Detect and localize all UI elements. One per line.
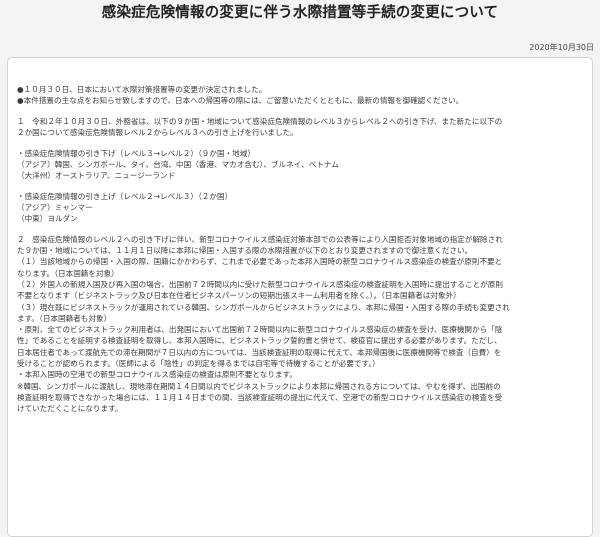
notice-line: （２）外国人の新規入国及び再入国の場合、出国前７２時間以内に受けた新型コロナウイ… bbox=[17, 279, 503, 289]
notice-line: ・原則、全てのビジネストラック利用者は、出発国において出国前７２時間以内に新型コ… bbox=[17, 325, 503, 335]
notice-line: けていただくことになります。 bbox=[17, 404, 123, 414]
notice-line: 性」であることを証明する検査証明を取得し、本邦入国時に、ビジネストラック誓約書と… bbox=[17, 336, 502, 346]
notice-line: ２か国について感染症危険情報レベル２からレベル３への引き上げを行いました。 bbox=[17, 128, 298, 138]
notice-line: （アジア）韓国、シンガポール、タイ、台湾、中国（香港、マカオ含む）、ブルネイ、ベ… bbox=[17, 159, 339, 169]
notice-line: ・感染症危険情報の引き下げ（レベル３→レベル２）（９か国・地域） bbox=[17, 148, 255, 158]
notice-line: 日本居住者であって渡航先での滞在期間が７日以内の方については、当該検査証明の取得… bbox=[17, 347, 502, 357]
notice-line: １ 令和２年１０月３０日、外務省は、以下の９か国・地域について感染症危険情報のレ… bbox=[17, 116, 503, 126]
notice-box: ●１０月３０日、日本において水際対策措置等の変更が決定されました。 ●本件措置の… bbox=[7, 57, 593, 537]
notice-line: ２ 感染症危険情報のレベル２への引き下げに伴い、新型コロナウイルス感染症対策本部… bbox=[17, 234, 503, 244]
notice-line: た９か国・地域については、１１月１日以降に本邦に帰国・入国する際の水際措置が以下… bbox=[17, 246, 473, 256]
notice-line: ●１０月３０日、日本において水際対策措置等の変更が決定されました。 bbox=[17, 85, 267, 94]
notice-line: ます。（日本国籍者も対象） bbox=[17, 313, 112, 323]
notice-line: 受けることが認められます。（医師による「陰性」の判定を得るまでは自宅等で待機する… bbox=[17, 358, 380, 368]
notice-line: ・本邦入国時の空港での新型コロナウイルス感染症の検査は原則不要となります。 bbox=[17, 370, 297, 380]
page-title: 感染症危険情報の変更に伴う水際措置等手続の変更について bbox=[101, 5, 499, 21]
notice-line: 不要となります（ビジネストラック及び日本在住者ビジネスパーソンの短期出張スキーム… bbox=[17, 291, 461, 301]
notice-line: なります。（日本国籍を対象） bbox=[17, 268, 119, 278]
notice-line: （１）当該地域からの帰国・入国の際、国籍にかかわらず、これまで必要であった本邦入… bbox=[17, 257, 503, 267]
notice-line: ※韓国、シンガポールに渡航し、現地滞在期間１４日間以内でビジネストラックにより本… bbox=[17, 381, 501, 391]
notice-line: （中東）ヨルダン bbox=[17, 214, 78, 224]
publish-date: 2020年10月30日 bbox=[529, 43, 594, 52]
notice-line: （大洋州）オーストラリア、ニュージーランド bbox=[17, 171, 176, 181]
notice-line: （アジア）ミャンマー bbox=[17, 202, 93, 212]
notice-line: （３）現在既にビジネストラックが運用されている韓国、シンガポールからビジネストラ… bbox=[17, 302, 510, 312]
notice-line: ・感染症危険情報の引き上げ（レベル２→レベル３）（２か国） bbox=[17, 191, 233, 201]
notice-line: ●本件措置の主な点をお知らせ致しますので、日本への帰国等の際には、ご留意いただく… bbox=[17, 96, 464, 106]
notice-line: 検査証明を取得できなかった場合には、１１月１４日までの間、当該検査証明の提出に代… bbox=[17, 392, 503, 402]
